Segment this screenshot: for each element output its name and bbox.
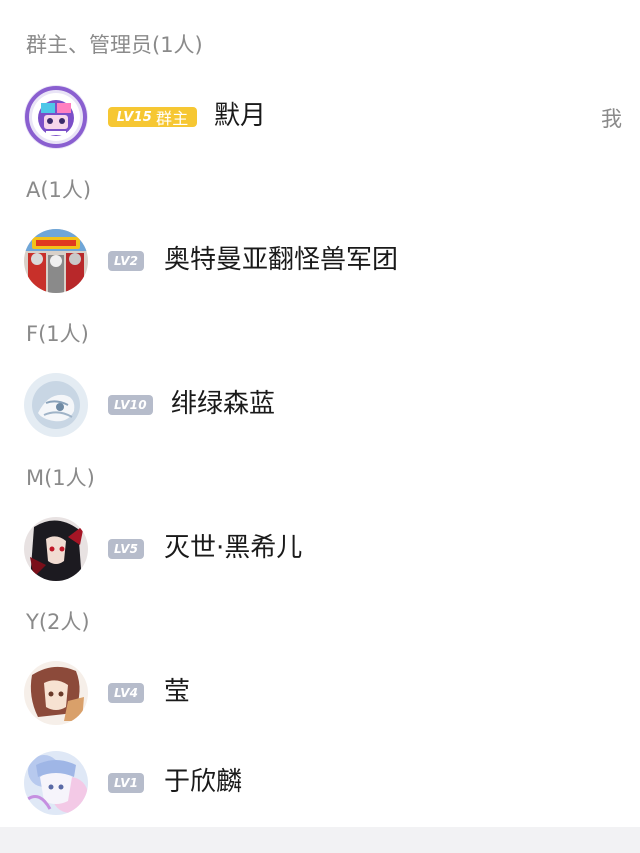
owner-role-label: 群主 bbox=[156, 109, 189, 128]
member-name: 绯绿森蓝 bbox=[171, 389, 276, 419]
section-header-y: Y(2人) bbox=[26, 610, 90, 634]
avatar[interactable] bbox=[24, 373, 88, 437]
member-name: 于欣麟 bbox=[164, 767, 243, 797]
level-label: LV15 bbox=[116, 109, 153, 125]
section-header-m: M(1人) bbox=[26, 466, 95, 490]
member-row[interactable]: LV2 奥特曼亚翻怪兽军团 bbox=[0, 225, 640, 297]
member-row[interactable]: LV4 莹 bbox=[0, 657, 640, 729]
avatar[interactable] bbox=[24, 661, 88, 725]
member-name: 奥特曼亚翻怪兽军团 bbox=[164, 245, 399, 275]
level-label: LV1 bbox=[114, 776, 139, 790]
avatar[interactable] bbox=[24, 517, 88, 581]
level-label: LV10 bbox=[114, 398, 147, 412]
member-name: 灭世·黑希儿 bbox=[164, 533, 303, 563]
level-label: LV5 bbox=[114, 542, 139, 556]
self-tag: 我 bbox=[601, 107, 622, 131]
section-header-f: F(1人) bbox=[26, 322, 89, 346]
avatar[interactable] bbox=[24, 229, 88, 293]
member-row[interactable]: LV5 灭世·黑希儿 bbox=[0, 513, 640, 585]
level-badge: LV4 bbox=[108, 683, 145, 703]
avatar[interactable] bbox=[24, 85, 88, 149]
level-badge: LV10 bbox=[108, 395, 153, 415]
level-label: LV2 bbox=[114, 254, 139, 268]
avatar[interactable] bbox=[24, 751, 88, 815]
member-row[interactable]: LV1 于欣麟 bbox=[0, 747, 640, 819]
level-badge: LV15 群主 bbox=[108, 107, 197, 128]
level-badge: LV5 bbox=[108, 539, 145, 559]
section-header-a: A(1人) bbox=[26, 178, 92, 202]
member-name: 莹 bbox=[164, 677, 191, 707]
member-row[interactable]: LV15 群主 默月 我 bbox=[0, 81, 640, 153]
section-header-admins: 群主、管理员(1人) bbox=[26, 33, 203, 57]
group-member-list: 群主、管理员(1人) LV15 群主 默月 我 A(1人) LV2 奥特曼亚翻怪… bbox=[0, 0, 640, 853]
bottom-divider-strip bbox=[0, 827, 640, 853]
level-badge: LV2 bbox=[108, 251, 145, 271]
level-label: LV4 bbox=[114, 686, 139, 700]
member-name: 默月 bbox=[214, 101, 267, 131]
member-row[interactable]: LV10 绯绿森蓝 bbox=[0, 369, 640, 441]
level-badge: LV1 bbox=[108, 773, 145, 793]
